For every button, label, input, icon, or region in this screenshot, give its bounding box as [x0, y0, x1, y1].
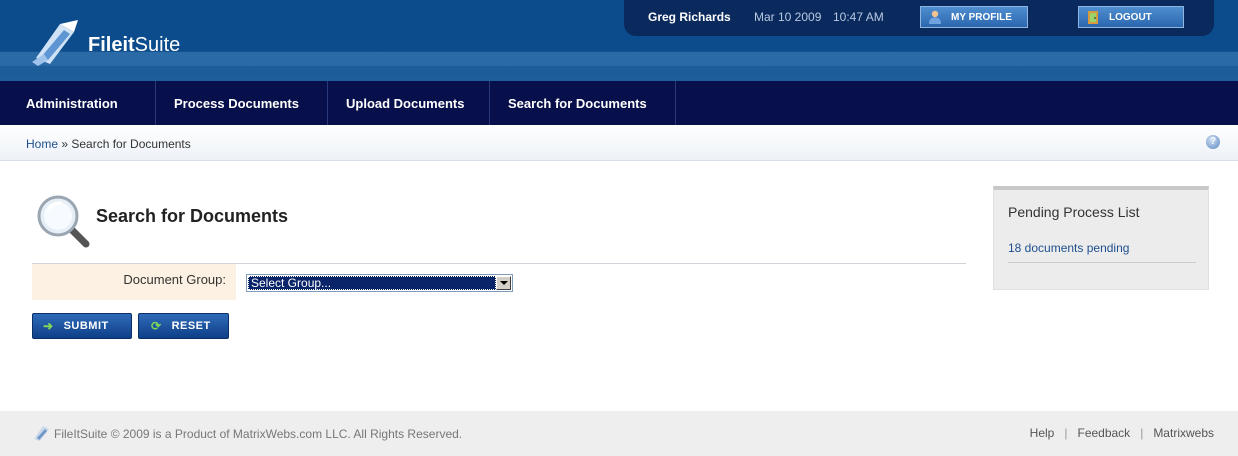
- logout-label: LOGOUT: [1109, 11, 1152, 23]
- pending-process-panel: Pending Process List 18 documents pendin…: [993, 186, 1209, 290]
- my-profile-label: MY PROFILE: [951, 11, 1012, 23]
- page-title: Search for Documents: [96, 206, 289, 226]
- document-group-row: Document Group: Select Group...: [32, 264, 966, 300]
- breadcrumb-home-link[interactable]: Home: [26, 137, 58, 151]
- nav-item-administration[interactable]: Administration: [0, 81, 156, 125]
- paper-plane-icon: [32, 20, 78, 66]
- logo-text-bold: Fileit: [88, 33, 135, 56]
- submit-label: SUBMIT: [63, 320, 109, 332]
- breadcrumb: Home » Search for Documents ?: [0, 125, 1238, 161]
- footer-copyright: FileItSuite © 2009 is a Product of Matri…: [54, 427, 463, 441]
- arrow-right-icon: ➜: [43, 319, 54, 333]
- footer-link-matrixwebs[interactable]: Matrixwebs: [1153, 426, 1214, 440]
- logo-text: FileitSuite: [88, 34, 180, 57]
- user-icon: [929, 10, 941, 24]
- footer: FileItSuite © 2009 is a Product of Matri…: [0, 411, 1238, 456]
- document-group-selected-value: Select Group...: [248, 276, 496, 290]
- nav-item-process-documents[interactable]: Process Documents: [156, 81, 328, 125]
- user-name: Greg Richards: [648, 10, 731, 24]
- pending-title: Pending Process List: [1008, 204, 1140, 220]
- nav-item-search-for-documents[interactable]: Search for Documents: [490, 81, 676, 125]
- user-bar: Greg Richards Mar 10 2009 10:47 AM MY PR…: [624, 0, 1214, 36]
- help-icon[interactable]: ?: [1206, 135, 1220, 149]
- breadcrumb-text: Home » Search for Documents: [26, 137, 191, 151]
- document-group-label: Document Group:: [32, 264, 236, 300]
- main-nav: Administration Process Documents Upload …: [0, 81, 1238, 125]
- breadcrumb-current: Search for Documents: [71, 137, 191, 151]
- footer-link-feedback[interactable]: Feedback: [1077, 426, 1130, 440]
- my-profile-button[interactable]: MY PROFILE: [920, 6, 1028, 28]
- footer-links: Help | Feedback | Matrixwebs: [1030, 426, 1214, 440]
- submit-button[interactable]: ➜ SUBMIT: [32, 313, 132, 339]
- chevron-down-icon[interactable]: [496, 276, 511, 290]
- footer-separator: |: [1140, 426, 1144, 440]
- paper-plane-icon: [34, 426, 49, 441]
- logo-text-light: Suite: [134, 33, 181, 56]
- logout-button[interactable]: LOGOUT: [1078, 6, 1184, 28]
- app-logo[interactable]: FileitSuite: [30, 18, 180, 66]
- document-group-select[interactable]: Select Group...: [246, 274, 513, 292]
- nav-item-upload-documents[interactable]: Upload Documents: [328, 81, 490, 125]
- reset-label: RESET: [171, 320, 211, 332]
- pending-documents-link[interactable]: 18 documents pending: [1008, 241, 1129, 255]
- header-stripe: [0, 52, 1238, 66]
- current-time: 10:47 AM: [833, 10, 884, 24]
- reset-button[interactable]: ⟳ RESET: [138, 313, 229, 339]
- breadcrumb-separator: »: [58, 137, 72, 151]
- app-header: FileitSuite Greg Richards Mar 10 2009 10…: [0, 0, 1238, 81]
- pending-divider: [1008, 262, 1196, 263]
- footer-separator: |: [1064, 426, 1068, 440]
- footer-link-help[interactable]: Help: [1030, 426, 1055, 440]
- door-icon: [1088, 11, 1098, 24]
- refresh-icon: ⟳: [151, 319, 162, 333]
- current-date: Mar 10 2009: [754, 10, 822, 24]
- magnifier-icon: [37, 195, 90, 248]
